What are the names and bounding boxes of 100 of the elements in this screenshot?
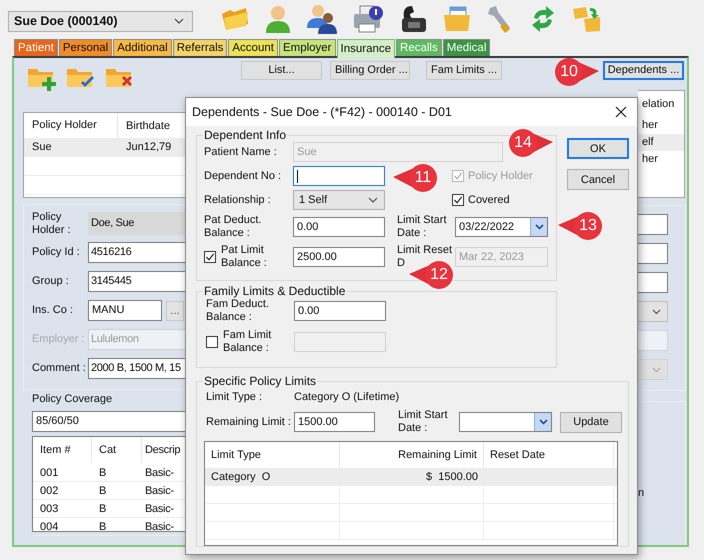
column-header[interactable]: Item # bbox=[33, 437, 92, 463]
table-cell-text: 002 bbox=[39, 484, 60, 496]
table-cell-text: B bbox=[98, 484, 108, 496]
input-field[interactable] bbox=[638, 214, 668, 235]
field-label: Comment : bbox=[32, 362, 87, 375]
field-label: Dependent No : bbox=[204, 170, 282, 182]
input-field[interactable]: 3145445 bbox=[88, 271, 185, 292]
folder-icon[interactable] bbox=[220, 6, 250, 32]
date-picker[interactable]: 03/22/2022 bbox=[455, 217, 548, 237]
check-icon bbox=[205, 252, 215, 262]
input-field[interactable] bbox=[293, 166, 385, 186]
field-label: Relationship : bbox=[204, 194, 272, 206]
field-label: Limit Type : bbox=[206, 390, 264, 404]
date-picker[interactable] bbox=[459, 412, 552, 432]
column-header[interactable]: elation bbox=[642, 91, 684, 117]
column-header[interactable]: Descrip bbox=[142, 437, 185, 463]
tab[interactable]: Referrals bbox=[172, 39, 228, 56]
input-field[interactable]: 2500.00 bbox=[293, 247, 385, 267]
field-label: Policy Holder : bbox=[32, 210, 72, 236]
chevron-down-icon bbox=[534, 224, 544, 230]
input-field[interactable] bbox=[638, 243, 668, 264]
dialog-button[interactable]: OK bbox=[567, 138, 629, 159]
column-header[interactable]: Cat bbox=[92, 437, 142, 463]
table-cell-text: 003 bbox=[39, 502, 60, 514]
section-label: Policy Coverage bbox=[32, 393, 114, 407]
field-label: Limit Start Date : bbox=[398, 409, 449, 435]
printer-icon[interactable] bbox=[352, 4, 384, 34]
input-field[interactable]: 0.00 bbox=[294, 301, 386, 321]
checkbox[interactable]: Covered bbox=[452, 194, 548, 206]
group-label: Family Limits & Deductible bbox=[203, 284, 346, 298]
limit-type-value: Category O (Lifetime) bbox=[294, 391, 400, 403]
table-cell-text: B bbox=[98, 466, 108, 478]
panel-button[interactable]: Fam Limits ... bbox=[426, 61, 502, 80]
cut-off-text: n bbox=[638, 487, 644, 499]
table-cell-text: B bbox=[98, 502, 108, 514]
table-cell[interactable]: her bbox=[638, 151, 684, 168]
input-field[interactable]: MANU bbox=[88, 300, 162, 321]
chevron-down-icon bbox=[368, 197, 378, 203]
table-cell[interactable]: her bbox=[638, 117, 684, 134]
field-label: Pat Deduct. Balance : bbox=[204, 214, 262, 240]
close-icon[interactable] bbox=[615, 106, 627, 118]
chevron-down-icon bbox=[652, 308, 661, 314]
group-label: Dependent Info bbox=[203, 128, 288, 142]
table-cell-text: Jun12,79 bbox=[125, 141, 172, 153]
field-label: Remaining Limit : bbox=[206, 416, 292, 428]
field-label: Limit Start Date : bbox=[397, 214, 448, 240]
panel-button[interactable]: Billing Order ... bbox=[330, 61, 410, 80]
table-cell-text: Category O bbox=[210, 470, 272, 482]
field-label: Limit Reset bbox=[397, 244, 452, 257]
input-field[interactable]: 85/60/50 bbox=[32, 411, 185, 432]
group-label: Specific Policy Limits bbox=[203, 374, 318, 388]
dropdown[interactable] bbox=[638, 301, 668, 322]
table-cell-text: B bbox=[98, 520, 108, 532]
input-field[interactable]: 0.00 bbox=[293, 217, 385, 237]
tab[interactable]: Account bbox=[228, 39, 278, 56]
tab[interactable]: Employer bbox=[278, 39, 336, 56]
checkbox[interactable]: Pat Limit Balance : bbox=[204, 244, 293, 270]
table-cell[interactable]: elf bbox=[638, 134, 684, 151]
table-row[interactable]: Category O $ 1500.00 bbox=[205, 468, 617, 486]
field-label: Group : bbox=[32, 275, 70, 288]
field-label: Patient Name : bbox=[204, 146, 278, 158]
table-cell-text: $ 1500.00 bbox=[425, 470, 479, 482]
table-cell-text: 004 bbox=[39, 520, 60, 532]
table-cell-text: Sue bbox=[31, 141, 53, 153]
panel-button[interactable]: List... bbox=[241, 61, 322, 80]
tab[interactable]: Personal bbox=[58, 39, 112, 56]
panel-button[interactable]: Dependents ... bbox=[603, 61, 684, 80]
calendar-folder-icon[interactable] bbox=[442, 4, 472, 32]
field-label: Fam Deduct. Balance : bbox=[206, 298, 270, 324]
chevron-down-icon bbox=[652, 366, 661, 372]
input-field[interactable]: 2000 B, 1500 M, 15 bbox=[88, 358, 185, 379]
folders-icon[interactable] bbox=[572, 4, 602, 32]
input-field[interactable] bbox=[638, 272, 668, 293]
table-cell-text: Basic- bbox=[144, 466, 175, 478]
lookup-button[interactable]: ... bbox=[166, 300, 184, 320]
people-icon[interactable] bbox=[306, 4, 338, 34]
table-cell-text: Basic- bbox=[144, 484, 175, 496]
chevron-down-icon bbox=[174, 18, 184, 24]
chevron-down-icon bbox=[538, 419, 548, 425]
field-label: Employer : bbox=[32, 333, 86, 346]
tab[interactable]: Medical bbox=[442, 39, 490, 56]
text-cursor bbox=[297, 170, 298, 182]
input-field[interactable]: 4516216 bbox=[88, 242, 185, 263]
check-icon bbox=[453, 171, 463, 181]
table-cell-text: Basic- bbox=[144, 520, 175, 532]
tab[interactable]: Insurance bbox=[336, 39, 396, 58]
dialog-button[interactable]: Cancel bbox=[567, 169, 629, 190]
input-field: Doe, Sue bbox=[88, 212, 185, 235]
list-row[interactable]: Sue Jun12,79 bbox=[24, 138, 185, 157]
column-header[interactable]: Birthdate bbox=[118, 120, 185, 132]
input-field[interactable]: 1500.00 bbox=[294, 412, 375, 432]
update-button[interactable]: Update bbox=[560, 412, 622, 432]
field-label: Policy Id : bbox=[32, 246, 81, 259]
check-icon bbox=[453, 195, 463, 205]
patient-selector[interactable]: Sue Doe (000140) bbox=[8, 10, 193, 32]
dropdown[interactable]: 1 Self bbox=[293, 190, 385, 210]
dialog-title: Dependents - Sue Doe - (*F42) - 000140 - D01 bbox=[192, 105, 452, 119]
tab[interactable]: Additional bbox=[113, 39, 172, 56]
person-icon[interactable] bbox=[264, 4, 292, 34]
table-cell-text: 001 bbox=[39, 466, 60, 478]
